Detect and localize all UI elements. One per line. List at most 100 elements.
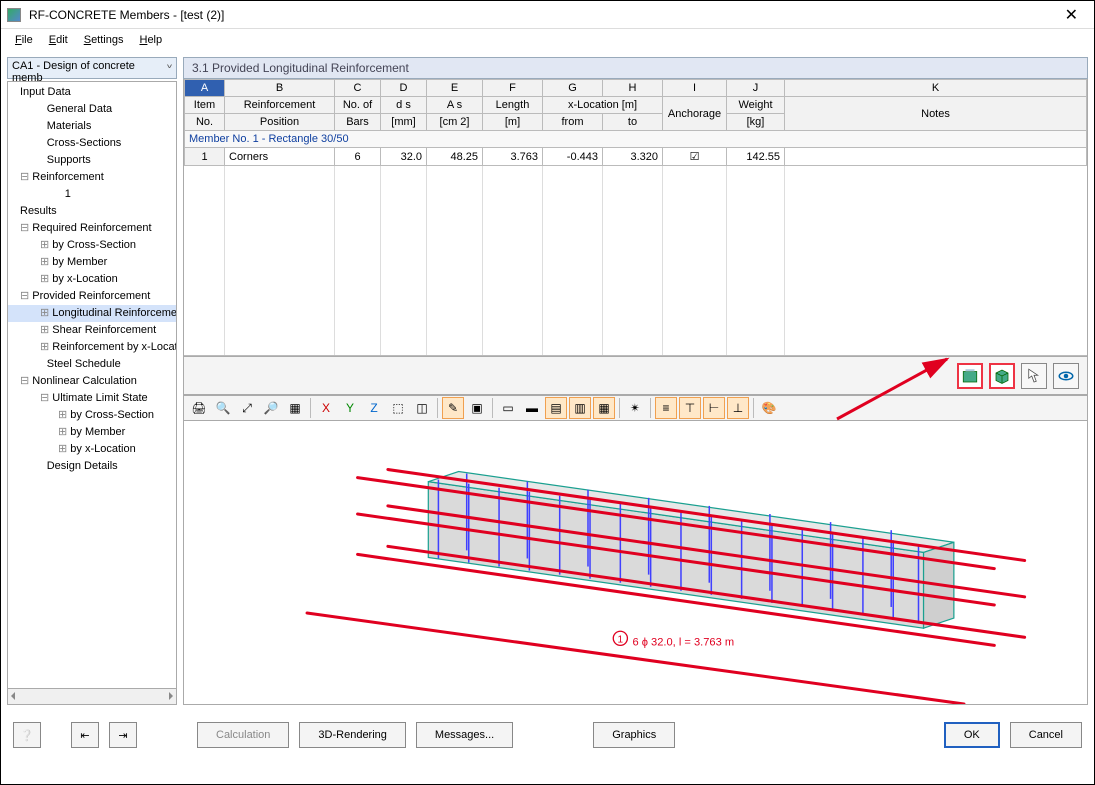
tree-req-cs[interactable]: by Cross-Section [8,237,176,254]
tree-steel-schedule[interactable]: Steel Schedule [8,356,176,373]
ok-button[interactable]: OK [944,722,1000,748]
cell-weight[interactable]: 142.55 [727,148,785,166]
cell-ds[interactable]: 32.0 [381,148,427,166]
hdr-length: Length [483,97,543,114]
rendering-button[interactable]: 3D-Rendering [299,722,405,748]
menu-bar: File Edit Settings Help [1,29,1094,51]
tree-cross-sections[interactable]: Cross-Sections [8,135,176,152]
cell-length[interactable]: 3.763 [483,148,543,166]
cell-position[interactable]: Corners [225,148,335,166]
next-button[interactable]: ⇥ [109,722,137,748]
view-z-icon[interactable]: Z [363,397,385,419]
cell-from[interactable]: -0.443 [543,148,603,166]
display-opt2-icon[interactable]: ▣ [466,397,488,419]
color-icon[interactable]: 🎨 [758,397,780,419]
menu-edit[interactable]: Edit [41,32,76,48]
view-y-icon[interactable]: Y [339,397,361,419]
tree-provided-reinf[interactable]: Provided Reinforcement [8,288,176,305]
help-button[interactable]: ❔ [13,722,41,748]
sidebar-hscroll[interactable] [7,689,177,705]
group-label: Member No. 1 - Rectangle 30/50 [185,131,1087,148]
nav-tree[interactable]: Input Data General Data Materials Cross-… [7,81,177,689]
persp-icon[interactable]: ◫ [411,397,433,419]
col-c[interactable]: C [335,80,381,97]
dim-mid-icon[interactable]: ⊢ [703,397,725,419]
hdr-from: from [543,114,603,131]
iso-icon[interactable]: ⬚ [387,397,409,419]
close-button[interactable]: ✕ [1055,5,1088,25]
render3-icon[interactable]: ▤ [545,397,567,419]
case-selector[interactable]: CA1 - Design of concrete memb [7,57,177,79]
col-e[interactable]: E [427,80,483,97]
render1-icon[interactable]: ▭ [497,397,519,419]
col-j[interactable]: J [727,80,785,97]
cell-notes[interactable] [785,148,1087,166]
calculation-button[interactable]: Calculation [197,722,289,748]
cell-anchorage[interactable]: ☑ [663,148,727,166]
data-row-1[interactable]: 1 Corners 6 32.0 48.25 3.763 -0.443 3.32… [185,148,1087,166]
tree-design-details[interactable]: Design Details [8,458,176,475]
col-g[interactable]: G [543,80,603,97]
tree-results[interactable]: Results [8,203,176,220]
tree-uls-x[interactable]: by x-Location [8,441,176,458]
render2-icon[interactable]: ▬ [521,397,543,419]
dim-bot-icon[interactable]: ⊥ [727,397,749,419]
view-button[interactable] [1053,363,1079,389]
bar-label-icon[interactable]: ≡ [655,397,677,419]
prev-button[interactable]: ⇤ [71,722,99,748]
tree-general-data[interactable]: General Data [8,101,176,118]
tree-reinf-x[interactable]: Reinforcement by x-Location [8,339,176,356]
hdr-reinf: Reinforcement [225,97,335,114]
render5-icon[interactable]: ▦ [593,397,615,419]
tree-required-reinf[interactable]: Required Reinforcement [8,220,176,237]
find-icon[interactable]: 🔍 [212,397,234,419]
col-h[interactable]: H [603,80,663,97]
tree-uls-member[interactable]: by Member [8,424,176,441]
graphics-button[interactable]: Graphics [593,722,675,748]
col-f[interactable]: F [483,80,543,97]
col-i[interactable]: I [663,80,727,97]
cancel-button[interactable]: Cancel [1010,722,1082,748]
tree-materials[interactable]: Materials [8,118,176,135]
tree-longitudinal[interactable]: Longitudinal Reinforcement [8,305,176,322]
tree-uls-cs[interactable]: by Cross-Section [8,407,176,424]
tree-reinf-1[interactable]: 1 [8,186,176,203]
cell-bars[interactable]: 6 [335,148,381,166]
menu-help[interactable]: Help [131,32,170,48]
viewport-3d[interactable]: 1 6 ϕ 32.0, l = 3.763 m [183,421,1088,705]
view-x-icon[interactable]: X [315,397,337,419]
menu-settings[interactable]: Settings [76,32,132,48]
export-reinf-button[interactable] [957,363,983,389]
hdr-as: A s [427,97,483,114]
cell-to[interactable]: 3.320 [603,148,663,166]
col-d[interactable]: D [381,80,427,97]
bar-label: 1 6 ϕ 32.0, l = 3.763 m [613,631,734,648]
axes-icon[interactable]: ✴ [624,397,646,419]
tree-uls[interactable]: Ultimate Limit State [8,390,176,407]
col-b[interactable]: B [225,80,335,97]
tree-shear[interactable]: Shear Reinforcement [8,322,176,339]
display-opt1-icon[interactable]: ✎ [442,397,464,419]
tree-req-member[interactable]: by Member [8,254,176,271]
col-a[interactable]: A [185,80,225,97]
messages-button[interactable]: Messages... [416,722,513,748]
export-3d-button[interactable] [989,363,1015,389]
cell-as[interactable]: 48.25 [427,148,483,166]
tree-reinforcement[interactable]: Reinforcement [8,169,176,186]
print-icon[interactable]: 🖨 [188,397,210,419]
hdr-kg: [kg] [727,114,785,131]
group-row[interactable]: Member No. 1 - Rectangle 30/50 [185,131,1087,148]
dim-top-icon[interactable]: ⊤ [679,397,701,419]
bottom-bar: ❔ ⇤ ⇥ Calculation 3D-Rendering Messages.… [1,711,1094,759]
tree-input-data[interactable]: Input Data [8,84,176,101]
selection-icon[interactable]: ▦ [284,397,306,419]
render4-icon[interactable]: ▥ [569,397,591,419]
zoom-fit-icon[interactable]: ⤢ [236,397,258,419]
tree-supports[interactable]: Supports [8,152,176,169]
zoom-window-icon[interactable]: 🔎 [260,397,282,419]
col-k[interactable]: K [785,80,1087,97]
pick-button[interactable] [1021,363,1047,389]
tree-req-x[interactable]: by x-Location [8,271,176,288]
menu-file[interactable]: File [7,32,41,48]
tree-nonlinear[interactable]: Nonlinear Calculation [8,373,176,390]
